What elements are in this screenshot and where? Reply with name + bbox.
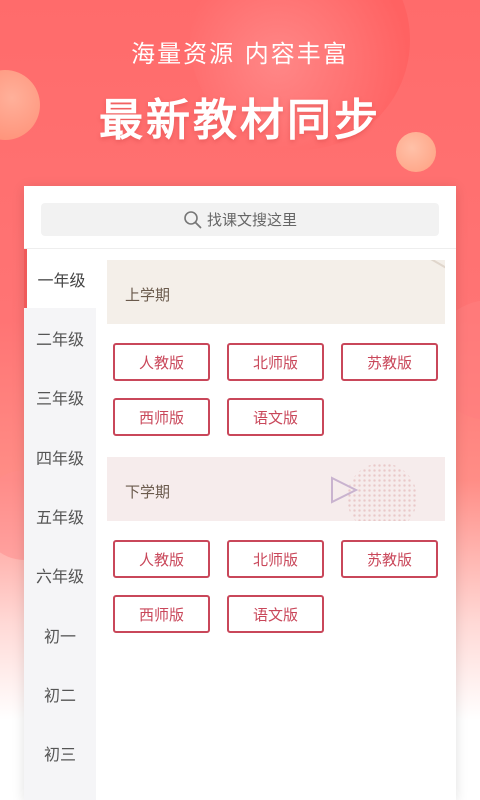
version-button[interactable]: 北师版 [227,343,324,381]
term-banner-second: 下学期 [107,457,445,521]
sidebar-item-junior-3[interactable]: 初三 [24,723,96,782]
sidebar-item-grade-5[interactable]: 五年级 [24,486,96,545]
version-button[interactable]: 西师版 [113,398,210,436]
sidebar-item-grade-2[interactable]: 二年级 [24,308,96,367]
search-icon [184,210,202,228]
version-button[interactable]: 苏教版 [341,343,438,381]
sidebar-item-junior-2[interactable]: 初二 [24,664,96,723]
search-bar-area: 找课文搜这里 [24,186,456,249]
decor-line [364,260,445,282]
version-button[interactable]: 语文版 [227,595,324,633]
version-button[interactable]: 北师版 [227,540,324,578]
search-placeholder: 找课文搜这里 [206,211,297,229]
version-button[interactable]: 西师版 [113,595,210,633]
play-triangle-icon [331,476,359,504]
headline: 最新教材同步 [99,95,381,146]
sidebar-item-grade-4[interactable]: 四年级 [24,427,96,486]
sidebar-item-junior-1[interactable]: 初一 [24,605,96,664]
version-button[interactable]: 人教版 [113,343,210,381]
search-input[interactable]: 找课文搜这里 [41,203,439,236]
term-label: 上学期 [125,286,171,304]
sidebar-item-grade-6[interactable]: 六年级 [24,545,96,604]
grade-sidebar: 一年级 二年级 三年级 四年级 五年级 六年级 初一 初二 初三 [24,249,96,800]
version-button[interactable]: 人教版 [113,540,210,578]
content-area: 上学期 人教版 北师版 苏教版 西师版 语文版 下学期 人教版 北师版 苏教版 … [96,249,456,800]
term-banner-first: 上学期 [107,260,445,324]
slogan: 海量资源 内容丰富 [131,40,349,68]
sidebar-item-grade-3[interactable]: 三年级 [24,367,96,426]
version-button[interactable]: 语文版 [227,398,324,436]
term-label: 下学期 [125,483,171,501]
version-button[interactable]: 苏教版 [341,540,438,578]
sidebar-item-grade-1[interactable]: 一年级 [24,249,96,308]
app-panel: 找课文搜这里 一年级 二年级 三年级 四年级 五年级 六年级 初一 初二 初三 … [24,186,456,800]
